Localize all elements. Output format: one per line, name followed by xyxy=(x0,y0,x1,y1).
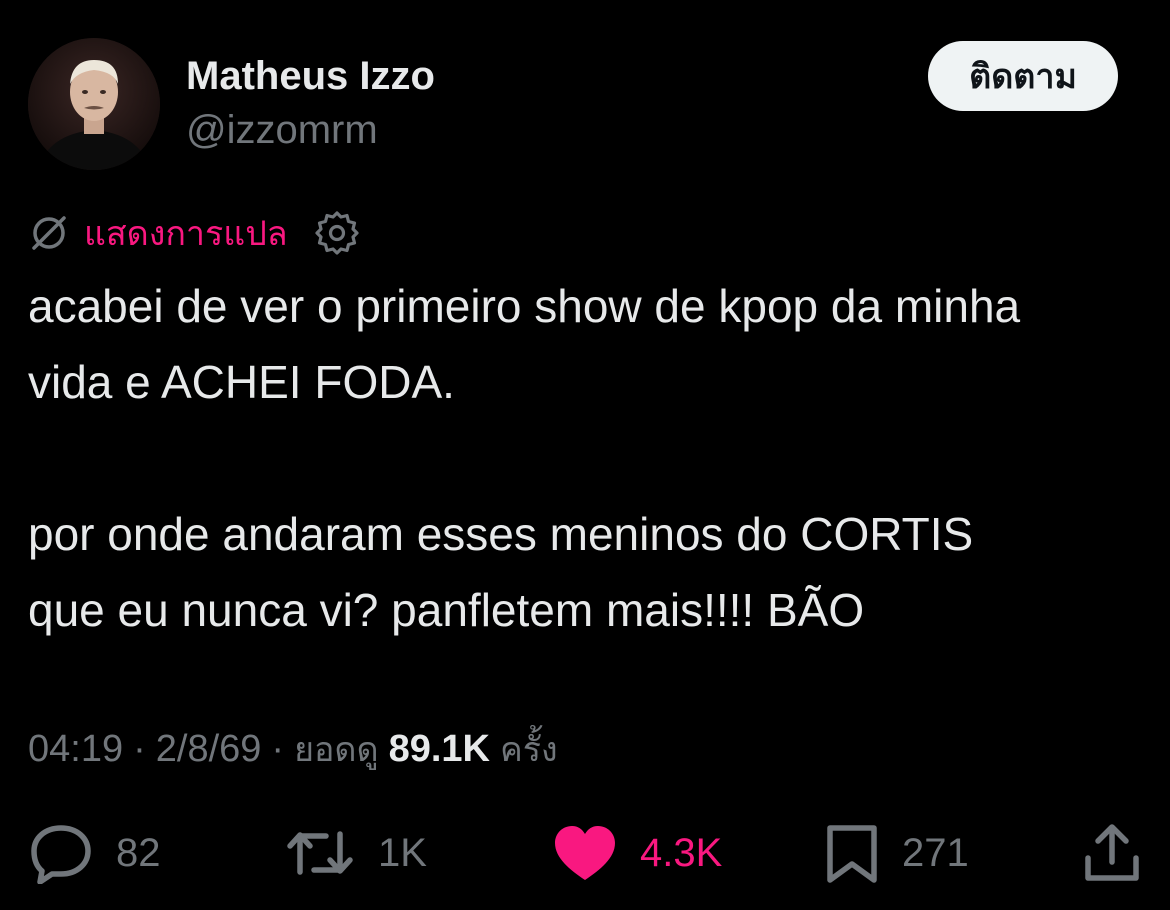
heart-icon xyxy=(555,826,615,880)
like-button[interactable]: 4.3K xyxy=(552,820,722,886)
display-name[interactable]: Matheus Izzo xyxy=(186,54,435,99)
reply-count: 82 xyxy=(116,830,161,875)
share-button[interactable] xyxy=(1082,820,1142,886)
retweet-count: 1K xyxy=(378,830,427,875)
tweet-date[interactable]: 2/8/69 xyxy=(156,728,262,771)
tweet-text-line: que eu nunca vi? panfletem mais!!!! BÃO xyxy=(28,584,865,636)
reply-icon xyxy=(31,825,91,884)
retweet-button[interactable]: 1K xyxy=(284,820,427,886)
meta-separator: · xyxy=(271,728,285,770)
globe-slash-icon xyxy=(32,216,66,250)
tweet-card: Matheus Izzo @izzomrm ติดตาม แสดงการแปล … xyxy=(0,0,1170,910)
share-icon xyxy=(1085,824,1139,881)
gear-icon[interactable] xyxy=(314,210,360,256)
tweet-text-line: por onde andaram esses meninos do CORTIS xyxy=(28,508,974,560)
paragraph-break xyxy=(28,420,1148,496)
tweet-time[interactable]: 04:19 xyxy=(28,728,123,771)
avatar-photo xyxy=(28,38,160,170)
views-suffix: ครั้ง xyxy=(499,730,558,770)
tweet-text-line: vida e ACHEI FODA. xyxy=(28,356,455,408)
tweet-text-line: acabei de ver o primeiro show de kpop da… xyxy=(28,280,1021,332)
show-translation-link[interactable]: แสดงการแปล xyxy=(84,206,288,260)
bookmark-button[interactable]: 271 xyxy=(824,820,969,886)
tweet-meta: 04:19 · 2/8/69 · ยอดดู 89.1K ครั้ง xyxy=(28,722,558,776)
follow-button[interactable]: ติดตาม xyxy=(928,41,1118,111)
meta-separator: · xyxy=(133,728,146,770)
like-count: 4.3K xyxy=(640,830,723,875)
bookmark-icon xyxy=(827,825,877,883)
avatar[interactable] xyxy=(28,38,160,170)
action-bar: 82 1K 4.3K 271 xyxy=(0,820,1170,886)
views-label: ยอดดู xyxy=(294,730,379,770)
bookmark-count: 271 xyxy=(902,830,969,875)
translate-row: แสดงการแปล xyxy=(28,210,360,256)
user-handle[interactable]: @izzomrm xyxy=(186,108,378,153)
views-count[interactable]: 89.1K xyxy=(389,728,490,771)
tweet-text: acabei de ver o primeiro show de kpop da… xyxy=(28,268,1148,648)
retweet-icon xyxy=(287,831,353,875)
reply-button[interactable]: 82 xyxy=(28,820,161,886)
